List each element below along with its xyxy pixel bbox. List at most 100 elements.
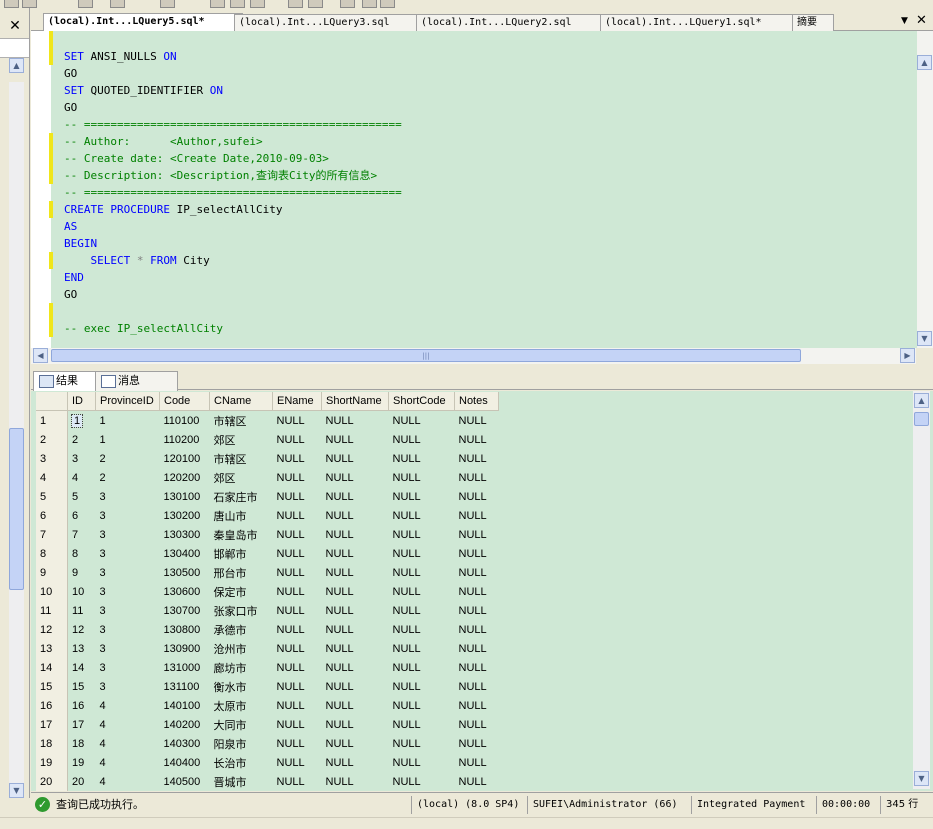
close-icon[interactable]: ✕ (6, 18, 24, 34)
cell-cname[interactable]: 廊坊市 (210, 658, 273, 677)
grid-vertical-scrollbar[interactable]: ▲ ▼ (913, 391, 930, 789)
cell-shortcode[interactable]: NULL (389, 658, 455, 677)
cell-shortcode[interactable]: NULL (389, 411, 455, 431)
cell-shortname[interactable]: NULL (322, 582, 389, 601)
cell-rownum[interactable]: 6 (36, 506, 68, 525)
cell-code[interactable]: 120200 (160, 468, 210, 487)
cell-ename[interactable]: NULL (273, 696, 322, 715)
cell-id[interactable]: 12 (68, 620, 96, 639)
cell-rownum[interactable]: 12 (36, 620, 68, 639)
table-row[interactable]: 18 18 4 140300 阳泉市 NULL NULL NULL NULL (36, 734, 499, 753)
cell-cname[interactable]: 张家口市 (210, 601, 273, 620)
cell-notes[interactable]: NULL (455, 430, 499, 449)
cell-cname[interactable]: 保定市 (210, 582, 273, 601)
cell-rownum[interactable]: 16 (36, 696, 68, 715)
column-header-provinceid[interactable]: ProvinceID (95, 392, 160, 411)
cell-cname[interactable]: 阳泉市 (210, 734, 273, 753)
cell-id[interactable]: 6 (68, 506, 96, 525)
arrow-down-icon[interactable]: ▼ (914, 771, 929, 786)
cell-id[interactable]: 9 (68, 563, 96, 582)
cell-shortname[interactable]: NULL (322, 734, 389, 753)
cell-notes[interactable]: NULL (455, 715, 499, 734)
arrow-down-icon[interactable]: ▼ (917, 331, 932, 346)
cell-notes[interactable]: NULL (455, 658, 499, 677)
cell-shortcode[interactable]: NULL (389, 772, 455, 791)
cell-shortcode[interactable]: NULL (389, 544, 455, 563)
toolbar-button[interactable] (380, 0, 395, 8)
cell-shortname[interactable]: NULL (322, 430, 389, 449)
toolbar-button[interactable] (288, 0, 303, 8)
cell-cname[interactable]: 邢台市 (210, 563, 273, 582)
cell-provinceid[interactable]: 1 (96, 430, 160, 449)
cell-notes[interactable]: NULL (455, 468, 499, 487)
cell-provinceid[interactable]: 3 (96, 582, 160, 601)
cell-rownum[interactable]: 19 (36, 753, 68, 772)
cell-shortname[interactable]: NULL (322, 677, 389, 696)
cell-provinceid[interactable]: 3 (96, 677, 160, 696)
close-icon[interactable]: ✕ (916, 13, 928, 29)
cell-id[interactable]: 2 (68, 430, 96, 449)
cell-provinceid[interactable]: 2 (96, 468, 160, 487)
cell-shortname[interactable]: NULL (322, 601, 389, 620)
cell-shortcode[interactable]: NULL (389, 468, 455, 487)
cell-ename[interactable]: NULL (273, 677, 322, 696)
scrollbar-thumb[interactable] (9, 428, 24, 590)
table-row[interactable]: 12 12 3 130800 承德市 NULL NULL NULL NULL (36, 620, 499, 639)
cell-cname[interactable]: 长治市 (210, 753, 273, 772)
cell-rownum[interactable]: 20 (36, 772, 68, 791)
cell-shortname[interactable]: NULL (322, 753, 389, 772)
cell-shortcode[interactable]: NULL (389, 506, 455, 525)
column-header-id[interactable]: ID (67, 392, 96, 411)
cell-shortcode[interactable]: NULL (389, 753, 455, 772)
cell-shortcode[interactable]: NULL (389, 677, 455, 696)
cell-shortcode[interactable]: NULL (389, 582, 455, 601)
cell-notes[interactable]: NULL (455, 639, 499, 658)
cell-cname[interactable]: 市辖区 (210, 449, 273, 468)
cell-ename[interactable]: NULL (273, 620, 322, 639)
tab-query2[interactable]: (local).Int...LQuery2.sql (416, 14, 608, 32)
cell-shortcode[interactable]: NULL (389, 487, 455, 506)
cell-notes[interactable]: NULL (455, 563, 499, 582)
cell-rownum[interactable]: 2 (36, 430, 68, 449)
toolbar-button[interactable] (230, 0, 245, 8)
cell-ename[interactable]: NULL (273, 582, 322, 601)
toolbar-button[interactable] (78, 0, 93, 8)
cell-shortname[interactable]: NULL (322, 487, 389, 506)
cell-cname[interactable]: 承德市 (210, 620, 273, 639)
column-header-notes[interactable]: Notes (454, 392, 499, 411)
cell-ename[interactable]: NULL (273, 753, 322, 772)
cell-rownum[interactable]: 4 (36, 468, 68, 487)
cell-cname[interactable]: 大同市 (210, 715, 273, 734)
cell-rownum[interactable]: 18 (36, 734, 68, 753)
cell-provinceid[interactable]: 4 (96, 753, 160, 772)
cell-provinceid[interactable]: 1 (96, 411, 160, 431)
cell-id[interactable]: 17 (68, 715, 96, 734)
cell-notes[interactable]: NULL (455, 449, 499, 468)
cell-provinceid[interactable]: 3 (96, 544, 160, 563)
cell-shortname[interactable]: NULL (322, 506, 389, 525)
cell-id[interactable]: 13 (68, 639, 96, 658)
cell-code[interactable]: 140100 (160, 696, 210, 715)
arrow-right-icon[interactable]: ▶ (900, 348, 915, 363)
cell-id[interactable]: 18 (68, 734, 96, 753)
tab-dropdown-icon[interactable]: ▼ (901, 14, 911, 28)
cell-code[interactable]: 130500 (160, 563, 210, 582)
cell-id[interactable]: 14 (68, 658, 96, 677)
cell-shortcode[interactable]: NULL (389, 449, 455, 468)
cell-notes[interactable]: NULL (455, 411, 499, 431)
cell-shortcode[interactable]: NULL (389, 639, 455, 658)
cell-notes[interactable]: NULL (455, 734, 499, 753)
cell-rownum[interactable]: 7 (36, 525, 68, 544)
cell-ename[interactable]: NULL (273, 772, 322, 791)
cell-shortname[interactable]: NULL (322, 658, 389, 677)
cell-code[interactable]: 140400 (160, 753, 210, 772)
cell-provinceid[interactable]: 3 (96, 487, 160, 506)
column-header-rownum[interactable] (36, 392, 68, 411)
cell-shortcode[interactable]: NULL (389, 430, 455, 449)
cell-provinceid[interactable]: 3 (96, 639, 160, 658)
cell-ename[interactable]: NULL (273, 639, 322, 658)
toolbar-button[interactable] (308, 0, 323, 8)
column-header-code[interactable]: Code (159, 392, 210, 411)
table-row[interactable]: 3 3 2 120100 市辖区 NULL NULL NULL NULL (36, 449, 499, 468)
cell-code[interactable]: 130400 (160, 544, 210, 563)
